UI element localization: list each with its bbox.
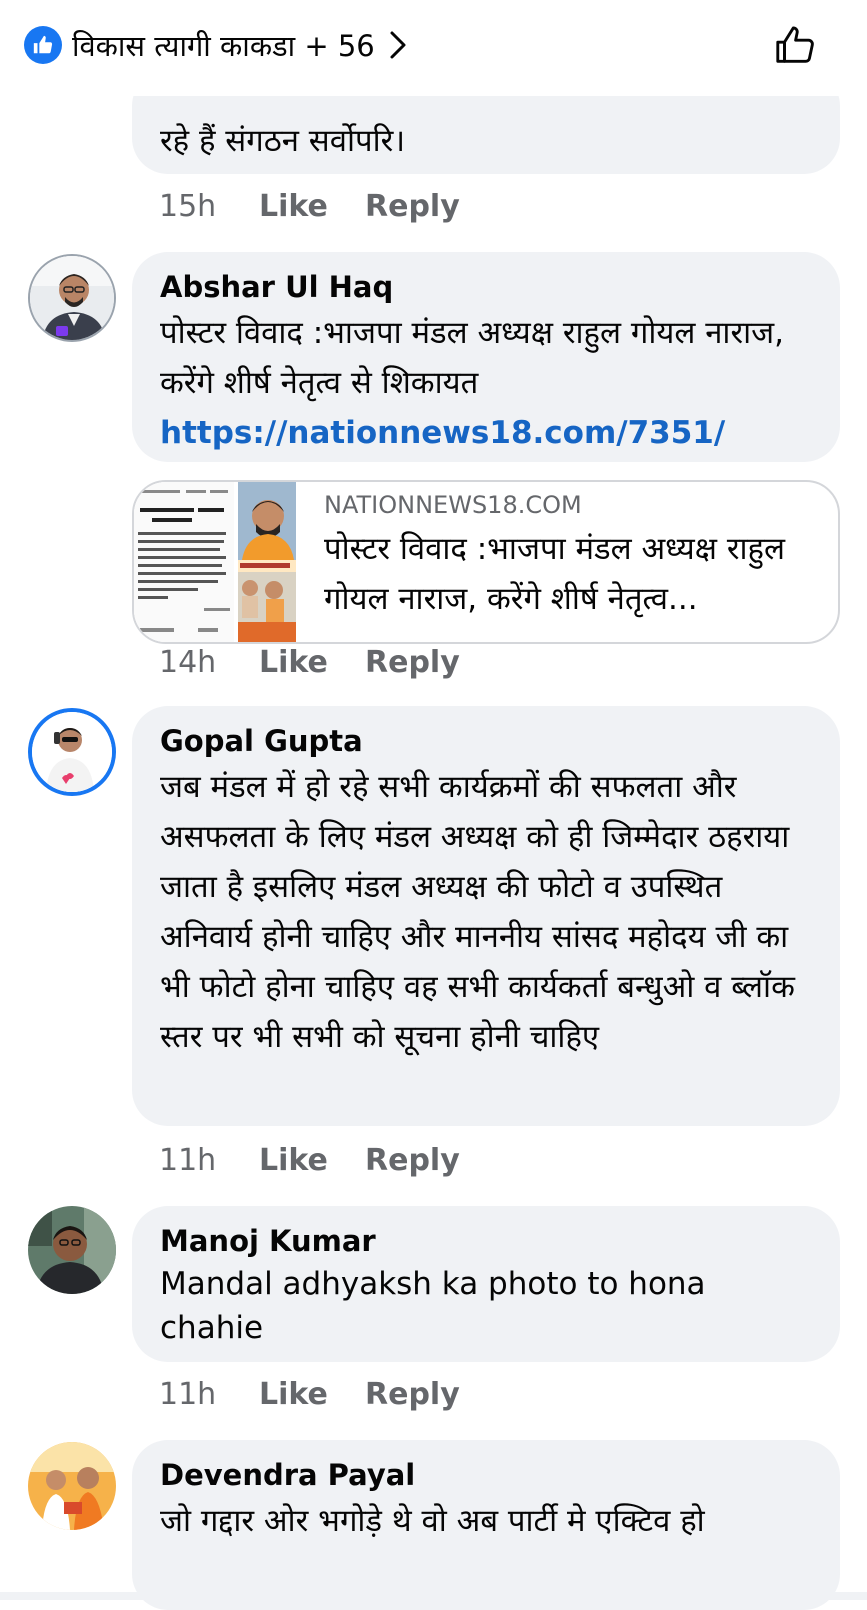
reactors-names: विकास त्यागी काकडा + 56 (72, 28, 375, 63)
comment-bubble: Devendra Payal जो गद्दार ओर भगोड़े थे वो… (132, 1440, 840, 1610)
comment-time: 11h (159, 1142, 217, 1178)
avatar[interactable] (28, 1206, 116, 1294)
like-button[interactable]: Like (259, 189, 365, 224)
comment-author[interactable]: Abshar Ul Haq (160, 266, 812, 308)
like-button[interactable]: Like (259, 1377, 365, 1412)
bottom-divider (0, 1592, 867, 1600)
comment-text: Mandal adhyaksh ka photo to hona chahie (160, 1266, 716, 1346)
comment-actions: 11h Like Reply (159, 1374, 460, 1414)
comment-actions: 15h Like Reply (159, 186, 460, 226)
comment-bubble: Gopal Gupta जब मंडल में हो रहे सभी कार्य… (132, 706, 840, 1126)
avatar[interactable] (28, 1442, 116, 1530)
comment-author[interactable]: Devendra Payal (160, 1454, 812, 1496)
link-preview-title: पोस्टर विवाद :भाजपा मंडल अध्यक्ष राहुल ग… (324, 531, 786, 617)
avatar[interactable] (28, 254, 116, 342)
comment-time: 14h (159, 644, 217, 680)
comment-text: रहे हैं संगठन सर्वोपरि। (160, 123, 406, 159)
thumbs-up-outline-icon[interactable] (771, 20, 821, 70)
link-preview-card[interactable]: NATIONNEWS18.COM पोस्टर विवाद :भाजपा मंड… (132, 480, 840, 644)
reactions-header: विकास त्यागी काकडा + 56 (0, 0, 867, 96)
comment-actions: 14h Like Reply (159, 642, 460, 682)
comment-text: जब मंडल में हो रहे सभी कार्यक्रमों की सफ… (160, 769, 805, 1055)
like-button[interactable]: Like (259, 645, 365, 680)
avatar[interactable] (28, 708, 116, 796)
reply-button[interactable]: Reply (365, 189, 460, 224)
reply-button[interactable]: Reply (365, 1143, 460, 1178)
comment-time: 15h (159, 188, 217, 224)
comment-author[interactable]: Gopal Gupta (160, 720, 812, 762)
link-preview-domain: NATIONNEWS18.COM (324, 491, 582, 519)
link-preview-image (134, 482, 296, 642)
like-badge-icon (24, 26, 62, 64)
comment-author[interactable]: Manoj Kumar (160, 1220, 812, 1262)
reactors-summary[interactable]: विकास त्यागी काकडा + 56 (24, 24, 407, 66)
like-button[interactable]: Like (259, 1143, 365, 1178)
comment-time: 11h (159, 1376, 217, 1412)
comment-text: जो गद्दार ओर भगोड़े थे वो अब पार्टी मे ए… (160, 1503, 705, 1539)
comment-actions: 11h Like Reply (159, 1140, 460, 1180)
comment-link[interactable]: https://nationnews18.com/7351/ (160, 408, 812, 458)
comment-bubble: Manoj Kumar Mandal adhyaksh ka photo to … (132, 1206, 840, 1362)
comment-bubble: Abshar Ul Haq पोस्टर विवाद :भाजपा मंडल अ… (132, 252, 840, 462)
reply-button[interactable]: Reply (365, 1377, 460, 1412)
reply-button[interactable]: Reply (365, 645, 460, 680)
comment-text: पोस्टर विवाद :भाजपा मंडल अध्यक्ष राहुल ग… (160, 315, 794, 401)
chevron-right-icon (389, 30, 407, 60)
